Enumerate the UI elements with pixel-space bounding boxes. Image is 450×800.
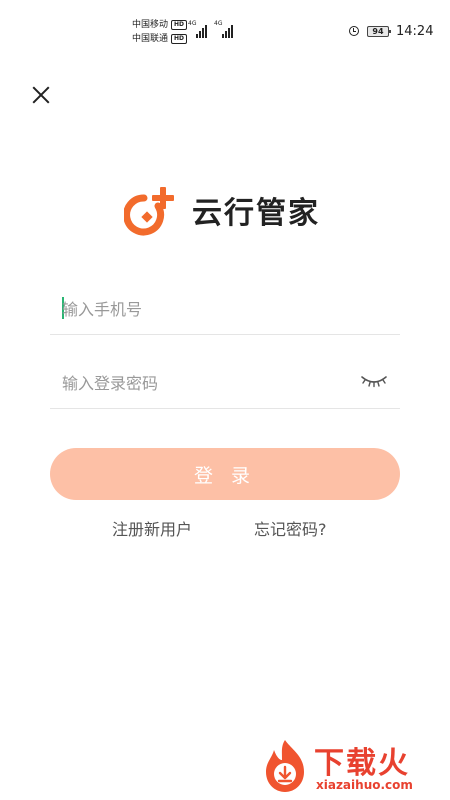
flame-logo-icon	[266, 740, 304, 792]
phone-field[interactable]	[50, 284, 400, 335]
carrier-info: 中国移动 HD 中国联通 HD	[132, 18, 188, 46]
alarm-icon	[349, 26, 359, 36]
hd-badge: HD	[171, 34, 188, 44]
carrier-name-1: 中国移动	[132, 20, 169, 30]
watermark-url: xiazaihuo.com	[316, 778, 413, 792]
app-name: 云行管家	[192, 196, 320, 231]
carrier-name-2: 中国联通	[132, 34, 169, 44]
network-type-label: 4G	[188, 20, 197, 27]
password-input[interactable]	[62, 370, 342, 396]
status-time: 14:24	[396, 24, 434, 39]
watermark-brand: 下载火	[314, 746, 410, 781]
signal-icon: 4G	[188, 20, 207, 38]
phone-input[interactable]	[62, 296, 342, 322]
close-icon[interactable]	[26, 80, 56, 110]
battery-icon: 94	[367, 26, 391, 37]
network-type-label: 4G	[214, 20, 223, 27]
hd-badge: HD	[171, 20, 188, 30]
watermark: 下载火 xiazaihuo.com	[262, 738, 448, 798]
status-bar: 中国移动 HD 中国联通 HD 4G 4G 94 14:24	[0, 0, 450, 64]
register-link[interactable]: 注册新用户	[112, 516, 192, 540]
password-field[interactable]	[50, 358, 400, 409]
logo-mark-icon	[124, 187, 174, 236]
eye-closed-icon[interactable]	[360, 372, 388, 390]
forgot-password-link[interactable]: 忘记密码?	[254, 516, 327, 540]
app-logo: 云行管家	[124, 184, 320, 236]
signal-icon: 4G	[214, 20, 233, 38]
login-button[interactable]: 登 录	[50, 448, 400, 500]
